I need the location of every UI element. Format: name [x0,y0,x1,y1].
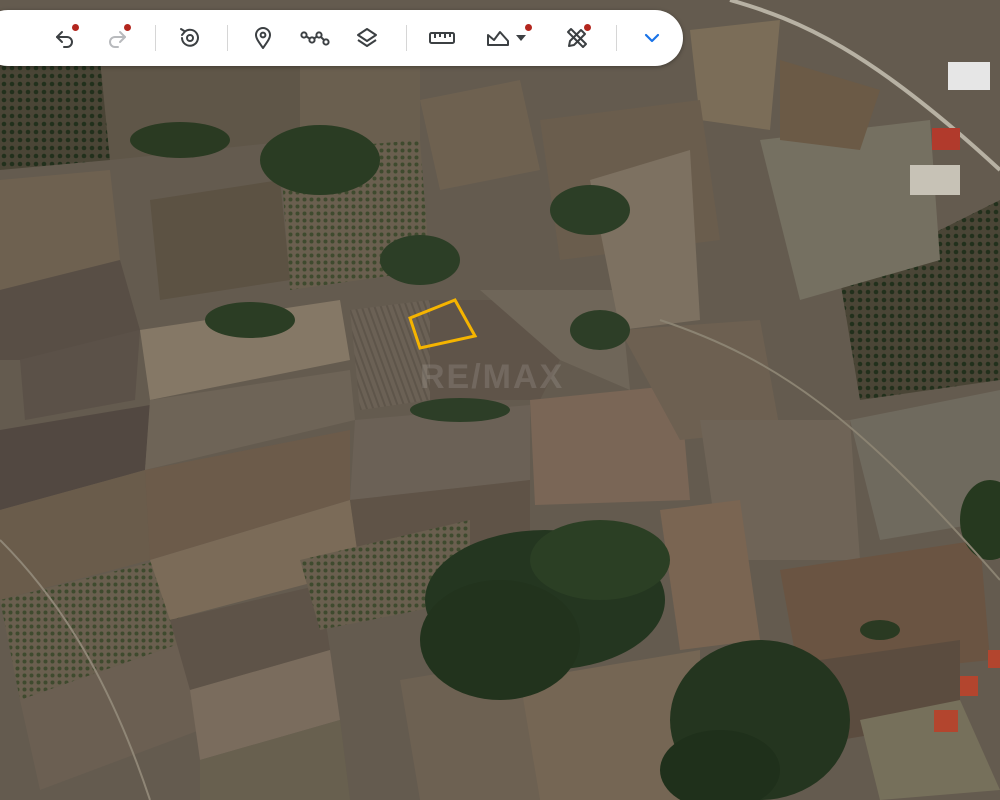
notification-dot [525,24,532,31]
layers-button[interactable] [347,18,387,58]
caret-down-icon [516,35,526,41]
notification-dot [584,24,591,31]
satellite-map[interactable] [0,0,1000,800]
path-icon [300,31,330,46]
toolbar-divider [227,25,228,51]
notification-dot [72,24,79,31]
toolbar-divider [406,25,407,51]
terrain-icon [487,31,509,46]
measure-button[interactable] [422,18,462,58]
history-button[interactable] [170,18,210,58]
search-box[interactable] [0,20,31,56]
tools-button[interactable] [557,18,597,58]
history-icon [180,28,199,47]
terrain-dropdown-button[interactable] [478,18,534,58]
expand-toolbar-button[interactable] [632,18,672,58]
toolbar-divider [155,25,156,51]
ruler-icon [429,32,455,44]
map-pin-icon [255,27,271,49]
draw-path-button[interactable] [295,18,335,58]
layers-icon [357,28,377,47]
add-marker-button[interactable] [243,18,283,58]
redo-button[interactable] [97,18,137,58]
chevron-down-icon [644,33,660,43]
undo-button[interactable] [45,18,85,58]
toolbar-divider [616,25,617,51]
notification-dot [124,24,131,31]
map-toolbar [0,10,683,66]
watermark: RE/MAX [420,358,565,396]
